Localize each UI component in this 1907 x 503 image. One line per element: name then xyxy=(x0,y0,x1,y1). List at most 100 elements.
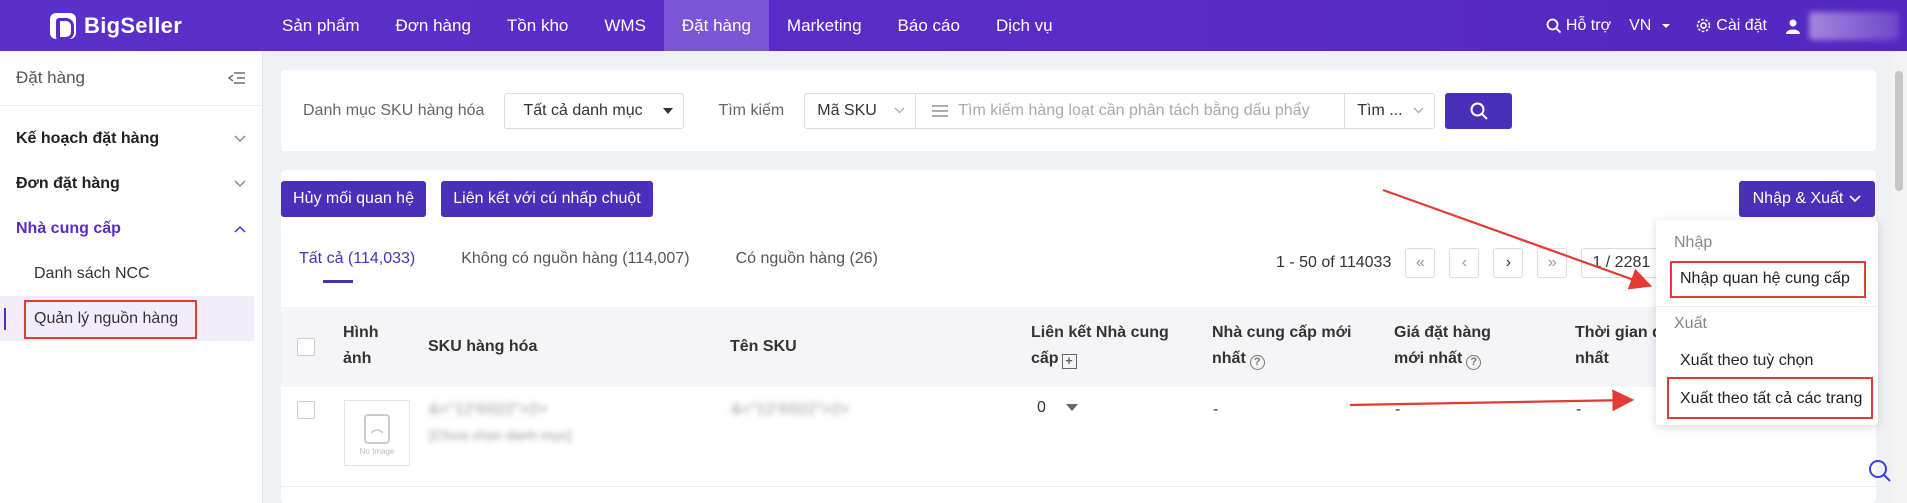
search-icon xyxy=(1470,102,1488,120)
filter-bar: Danh mục SKU hàng hóa Tất cả danh mục Tì… xyxy=(281,70,1876,151)
nav-item-purchasing[interactable]: Đặt hàng xyxy=(663,0,769,51)
supplier-count: 0 xyxy=(1037,399,1046,416)
category-filter-label: Danh mục SKU hàng hóa xyxy=(303,101,485,119)
annotation-box-sidebar xyxy=(24,300,197,339)
nav-item-marketing[interactable]: Marketing xyxy=(769,0,880,51)
search-button[interactable] xyxy=(1445,92,1513,129)
user-icon xyxy=(1786,19,1800,34)
tab-all[interactable]: Tất cả (114,033) xyxy=(299,250,415,283)
row-category: [Chưa chọn danh mục] xyxy=(429,427,572,443)
supplier-link-dropdown[interactable]: 0 xyxy=(1037,399,1078,417)
double-chevron-right-icon: » xyxy=(1547,254,1557,271)
sidebar-group-label: Nhà cung cấp xyxy=(16,219,121,237)
no-image-text: No Image xyxy=(359,446,395,456)
sidebar-group-purchase-plan[interactable]: Kế hoạch đặt hàng xyxy=(0,116,262,161)
support-link[interactable]: Hỗ trợ xyxy=(1546,17,1611,35)
list-icon xyxy=(932,104,949,117)
page-input[interactable]: 1 / 2281 xyxy=(1581,248,1662,278)
image-placeholder-icon xyxy=(364,413,390,444)
nav-item-reports[interactable]: Báo cáo xyxy=(880,0,978,51)
nav-item-inventory[interactable]: Tồn kho xyxy=(489,0,586,51)
settings-link[interactable]: Cài đặt xyxy=(1695,17,1767,35)
help-icon[interactable]: ? xyxy=(1466,355,1482,370)
annotation-box-import xyxy=(1670,261,1866,298)
header-supplier-link: Liên kết Nhà cung cấp + xyxy=(1031,320,1171,372)
search-field-select[interactable]: Mã SKU xyxy=(804,92,917,129)
main-nav: Sản phẩm Đơn hàng Tồn kho WMS Đặt hàng M… xyxy=(264,0,1071,51)
language-label: VN xyxy=(1629,16,1652,34)
tab-has-source[interactable]: Có nguồn hàng (26) xyxy=(736,250,878,268)
menu-divider xyxy=(1656,306,1878,307)
sidebar-group-purchase-orders[interactable]: Đơn đặt hàng xyxy=(0,161,262,206)
help-icon[interactable]: ? xyxy=(1249,355,1265,370)
select-all-checkbox[interactable] xyxy=(297,338,315,356)
annotation-box-export-all xyxy=(1667,377,1873,419)
tab-no-source[interactable]: Không có nguồn hàng (114,007) xyxy=(461,250,689,268)
header-image: Hình ảnh xyxy=(343,324,379,367)
unlink-button[interactable]: Hủy mối quan hệ xyxy=(281,181,426,217)
next-page-button[interactable]: › xyxy=(1493,248,1524,278)
caret-down-icon xyxy=(1065,404,1078,411)
user-menu[interactable] xyxy=(1785,11,1907,40)
nav-item-wms[interactable]: WMS xyxy=(586,0,664,51)
table-header: Hình ảnh SKU hàng hóa Tên SKU Liên kết N… xyxy=(281,307,1876,387)
sidebar-title: Đặt hàng xyxy=(16,68,85,87)
search-mode-value: Tìm ... xyxy=(1357,101,1403,119)
row-latest-time: - xyxy=(1576,401,1582,418)
search-mode-select[interactable]: Tìm ... xyxy=(1345,92,1436,129)
sidebar-item-supplier-list[interactable]: Danh sách NCC xyxy=(0,251,262,296)
pagination-range: 1 - 50 of 114033 xyxy=(1276,254,1392,271)
nav-item-products[interactable]: Sản phẩm xyxy=(264,0,378,51)
search-label: Tìm kiếm xyxy=(718,101,785,119)
chevron-down-icon xyxy=(1413,107,1424,114)
topbar-right: Hỗ trợ VN Cài đặt xyxy=(1546,0,1907,51)
import-export-label: Nhập & Xuất xyxy=(1752,190,1844,207)
category-select[interactable]: Tất cả danh mục xyxy=(504,92,685,129)
header-latest-price: Giá đặt hàng mới nhất? xyxy=(1394,320,1524,372)
collapse-sidebar-icon[interactable] xyxy=(228,71,246,85)
chevron-down-icon xyxy=(894,107,905,114)
menu-group-import: Nhập xyxy=(1674,234,1713,251)
row-checkbox[interactable] xyxy=(297,401,315,419)
nav-item-orders[interactable]: Đơn hàng xyxy=(378,0,489,51)
page-scrollbar[interactable] xyxy=(1891,51,1907,503)
row-latest-price: - xyxy=(1395,401,1401,418)
sidebar-group-label: Đơn đặt hàng xyxy=(16,174,120,192)
header-latest-supplier-label: Nhà cung cấp mới nhất xyxy=(1212,324,1352,367)
chevron-down-icon xyxy=(234,134,246,142)
settings-label: Cài đặt xyxy=(1716,16,1767,34)
last-page-button[interactable]: » xyxy=(1537,248,1568,278)
search-help-icon[interactable] xyxy=(1868,459,1892,483)
language-selector[interactable]: VN xyxy=(1629,17,1677,35)
sidebar-group-suppliers[interactable]: Nhà cung cấp xyxy=(0,206,262,251)
logo-icon xyxy=(50,12,76,40)
header-sku-name: Tên SKU xyxy=(730,338,797,355)
search-input[interactable]: Tìm kiếm hàng loạt cần phân tách bằng dấ… xyxy=(916,92,1346,129)
search-icon xyxy=(1546,18,1562,33)
menu-item-export-custom[interactable]: Xuất theo tuỳ chọn xyxy=(1680,352,1813,370)
first-page-button[interactable]: « xyxy=(1405,248,1436,278)
chevron-down-icon xyxy=(1849,195,1861,203)
no-image-placeholder: No Image xyxy=(344,400,410,466)
sidebar: Đặt hàng Kế hoạch đặt hàng Đơn đặt hàng … xyxy=(0,51,263,503)
chevron-right-icon: › xyxy=(1505,254,1512,271)
prev-page-button[interactable]: ‹ xyxy=(1449,248,1480,278)
nav-item-services[interactable]: Dịch vụ xyxy=(978,0,1071,51)
expand-plus-icon[interactable]: + xyxy=(1061,354,1077,369)
tab-bar: Tất cả (114,033) Không có nguồn hàng (11… xyxy=(299,250,924,283)
bigseller-logo[interactable]: BigSeller xyxy=(50,12,264,40)
link-click-button[interactable]: Liên kết với cú nhấp chuột xyxy=(441,181,653,217)
user-name-redacted xyxy=(1809,11,1899,40)
caret-down-icon xyxy=(663,107,674,114)
row-sku-name: &<"12'®022">2> xyxy=(731,401,850,418)
search-field-value: Mã SKU xyxy=(817,101,877,119)
scrollbar-thumb[interactable] xyxy=(1895,71,1903,191)
pagination: 1 - 50 of 114033 « ‹ › » 1 / 2281 xyxy=(1276,248,1662,278)
header-sku: SKU hàng hóa xyxy=(428,338,538,355)
sidebar-header: Đặt hàng xyxy=(0,51,262,106)
row-latest-supplier: - xyxy=(1213,401,1219,418)
main-panel: Hủy mối quan hệ Liên kết với cú nhấp chu… xyxy=(281,170,1876,503)
import-export-button[interactable]: Nhập & Xuất xyxy=(1739,181,1875,217)
header-latest-supplier: Nhà cung cấp mới nhất? xyxy=(1212,320,1352,372)
chevron-up-icon xyxy=(234,225,246,233)
